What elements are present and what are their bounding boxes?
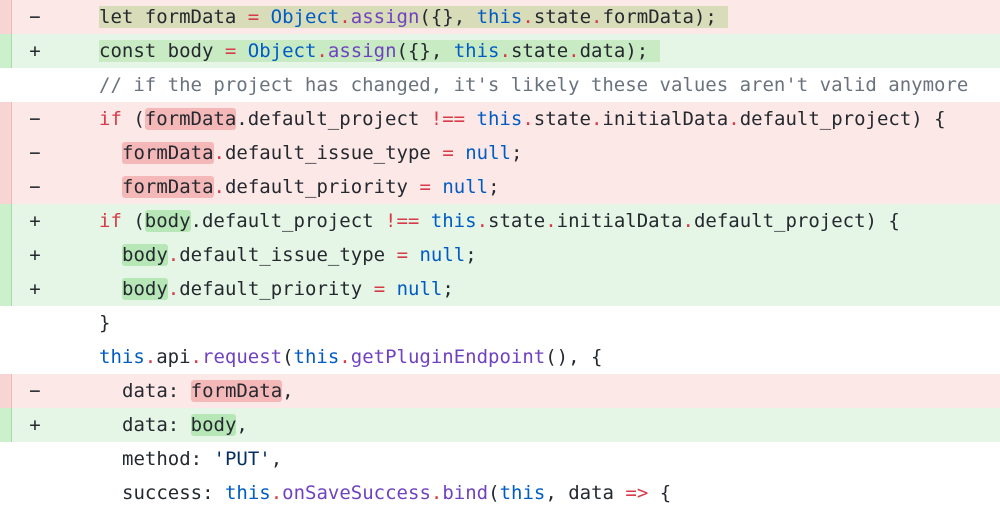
code-diff-view: − let formData = Object.assign({}, this.… <box>0 0 1000 510</box>
diff-line-context[interactable]: method: 'PUT', <box>0 442 1000 476</box>
deletion-marker: − <box>29 6 41 28</box>
deletion-marker: − <box>29 142 41 164</box>
deletion-marker: − <box>29 176 41 198</box>
code-line: body.default_issue_type = null; <box>122 244 477 266</box>
code-line: if (formData.default_project !== this.st… <box>99 108 946 130</box>
diff-line-context[interactable]: // if the project has changed, it's like… <box>0 68 1000 102</box>
addition-marker: + <box>29 210 41 232</box>
code-comment: // if the project has changed, it's like… <box>99 74 969 96</box>
diff-line-deleted[interactable]: − if (formData.default_project !== this.… <box>0 102 1000 136</box>
code-line: data: body, <box>122 414 248 436</box>
code-line: data: formData, <box>122 380 294 402</box>
code-line: body.default_priority = null; <box>122 278 454 300</box>
code-line: this.api.request(this.getPluginEndpoint(… <box>99 346 603 368</box>
code-line: formData.default_priority = null; <box>122 176 500 198</box>
addition-marker: + <box>29 414 41 436</box>
diff-line-context[interactable]: this.api.request(this.getPluginEndpoint(… <box>0 340 1000 374</box>
code-line: if (body.default_project !== this.state.… <box>99 210 900 232</box>
code-line: let formData = Object.assign({}, this.st… <box>70 6 1000 28</box>
code-line: const body = Object.assign({}, this.stat… <box>70 40 1000 62</box>
diff-line-deleted[interactable]: − let formData = Object.assign({}, this.… <box>0 0 1000 34</box>
addition-marker: + <box>29 278 41 300</box>
diff-line-deleted[interactable]: − formData.default_issue_type = null; <box>0 136 1000 170</box>
addition-marker: + <box>29 244 41 266</box>
diff-line-added[interactable]: + const body = Object.assign({}, this.st… <box>0 34 1000 68</box>
deletion-marker: − <box>29 108 41 130</box>
code-line: success: this.onSaveSuccess.bind(this, d… <box>122 482 672 504</box>
code-line: method: 'PUT', <box>122 448 283 470</box>
diff-line-context[interactable]: } <box>0 306 1000 340</box>
diff-line-added[interactable]: + body.default_priority = null; <box>0 272 1000 306</box>
diff-line-added[interactable]: + body.default_issue_type = null; <box>0 238 1000 272</box>
addition-marker: + <box>29 40 41 62</box>
diff-line-added[interactable]: + data: body, <box>0 408 1000 442</box>
diff-line-deleted[interactable]: − formData.default_priority = null; <box>0 170 1000 204</box>
code-line: } <box>99 312 111 334</box>
code-line: formData.default_issue_type = null; <box>122 142 523 164</box>
deletion-marker: − <box>29 380 41 402</box>
diff-line-deleted[interactable]: − data: formData, <box>0 374 1000 408</box>
diff-line-context[interactable]: success: this.onSaveSuccess.bind(this, d… <box>0 476 1000 510</box>
diff-line-added[interactable]: + if (body.default_project !== this.stat… <box>0 204 1000 238</box>
